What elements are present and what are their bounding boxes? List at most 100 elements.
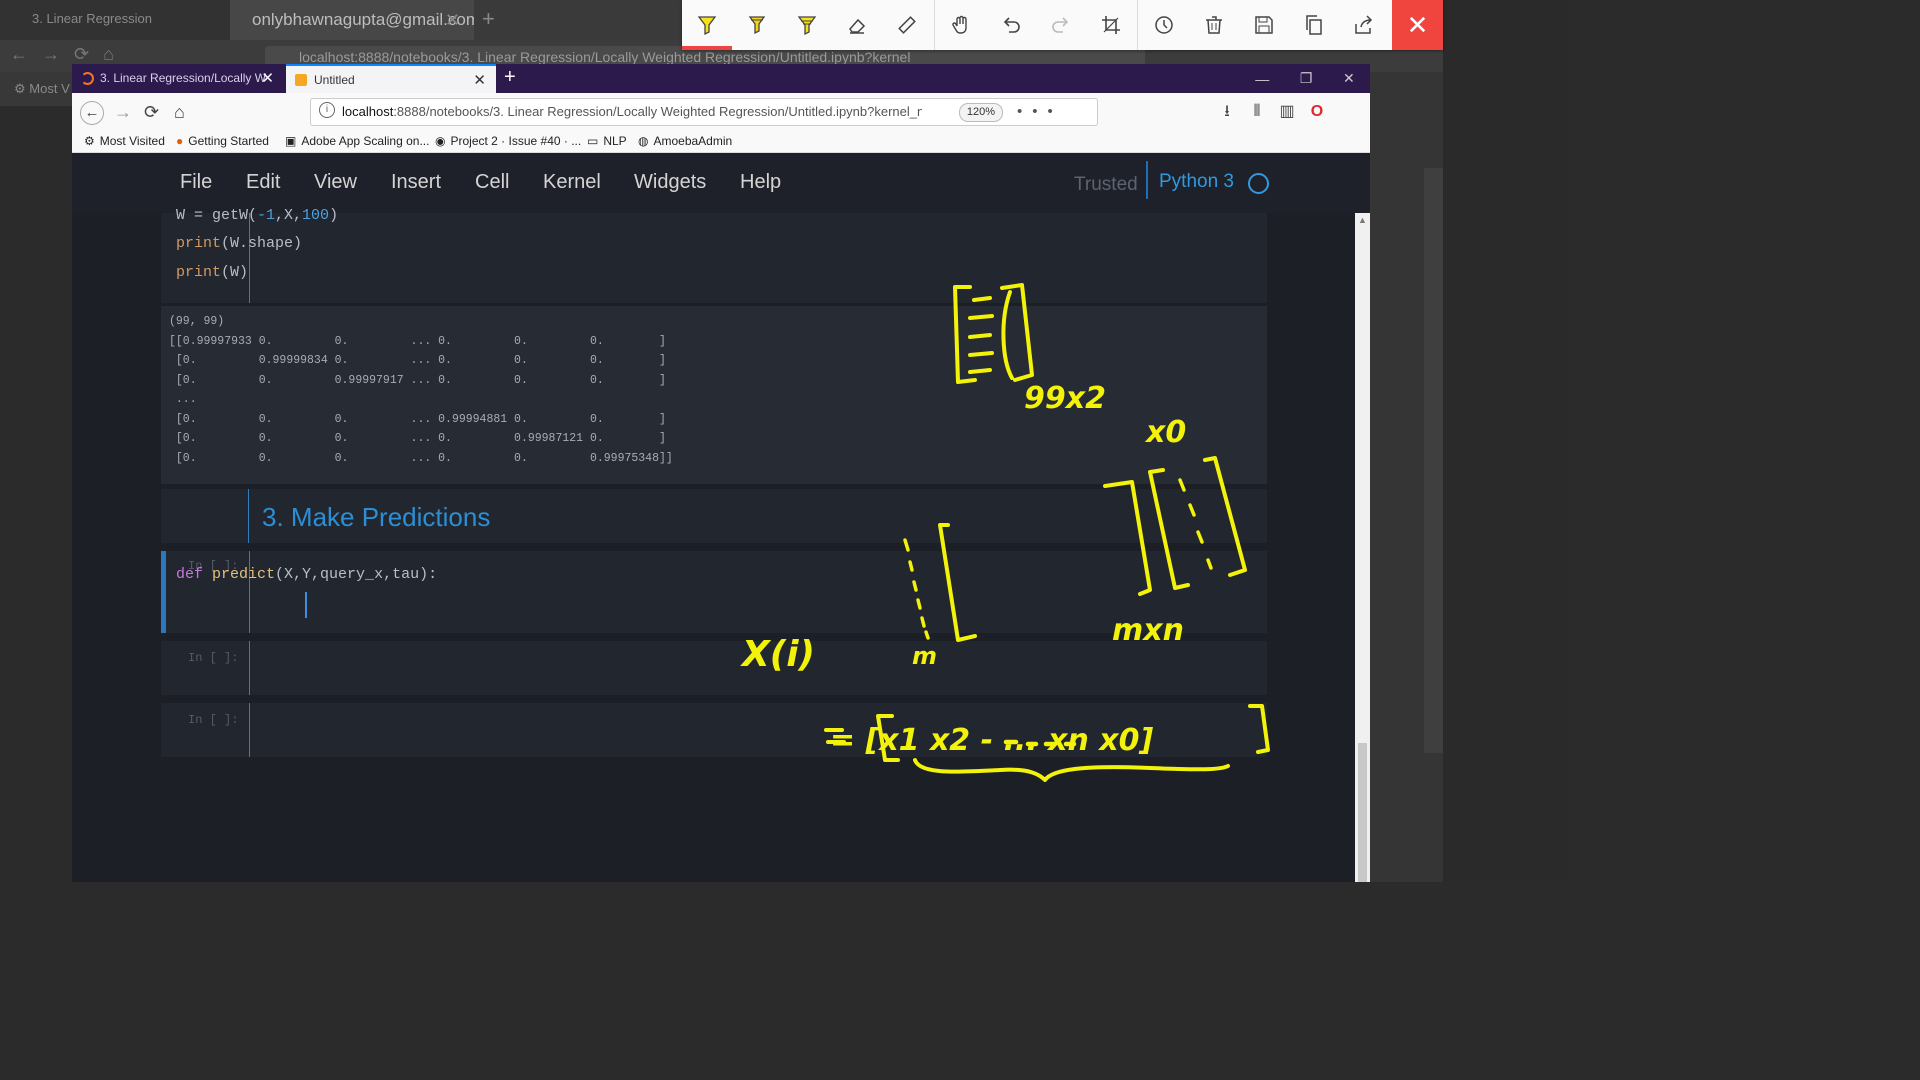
notebook-area: W = getW(-1,X,100) print(W.shape) print(…: [72, 207, 1370, 882]
code-line-print-shape[interactable]: print(W.shape): [176, 230, 302, 259]
bookmarks-bar: ⚙ Most Visited ● Getting Started ▣ Adobe Ap…: [72, 131, 1370, 153]
url-text[interactable]: localhost:8888/notebooks/3. Linear Regre…: [342, 99, 922, 125]
toolbar-right: ⭳⫴▥O≡: [1212, 93, 1370, 158]
scroll-up-icon[interactable]: ▲: [1358, 215, 1367, 225]
bookmark-nlp[interactable]: ▭ NLP: [587, 131, 627, 153]
save-icon[interactable]: [1239, 0, 1289, 50]
yellow-highlighter-icon[interactable]: [682, 0, 732, 50]
background-tab-2[interactable]: onlybhawnagupta@gmail.com ✕: [230, 0, 474, 40]
section-heading: 3. Make Predictions: [262, 502, 491, 532]
zoom-badge[interactable]: 120%: [959, 103, 1003, 122]
trusted-indicator[interactable]: Trusted: [1074, 174, 1138, 196]
menu-insert[interactable]: Insert: [391, 171, 441, 194]
back-icon[interactable]: ←: [80, 101, 104, 125]
gear-icon: ⚙: [84, 134, 95, 148]
menu-view[interactable]: View: [314, 171, 357, 194]
close-icon[interactable]: ✕: [445, 0, 460, 40]
close-icon[interactable]: ✕: [261, 64, 274, 93]
sidebar-icon[interactable]: ▥: [1272, 93, 1302, 131]
opera-icon[interactable]: O: [1302, 93, 1332, 131]
url-actions: ••• ◡ ☆: [1017, 99, 1097, 146]
trash-icon[interactable]: [1189, 0, 1239, 50]
bookmark-label: Project 2 · Issue #40 · ...: [450, 134, 582, 148]
hand-icon[interactable]: [936, 0, 986, 50]
tab-title: 3. Linear Regression/Locally W: [100, 71, 267, 85]
code-line-getw[interactable]: W = getW(-1,X,100): [176, 202, 338, 231]
tab-linear-regression[interactable]: 3. Linear Regression/Locally W ✕: [72, 64, 284, 93]
background-tab-1-title: 3. Linear Regression: [32, 11, 152, 26]
scrollbar-thumb[interactable]: [1358, 743, 1367, 882]
crop-icon[interactable]: [1086, 0, 1136, 50]
eraser-icon[interactable]: [832, 0, 882, 50]
cell-prompt: In [ ]:: [188, 651, 239, 665]
restore-icon[interactable]: ❐: [1300, 70, 1313, 87]
selected-cell-indicator: [161, 551, 166, 633]
undo-icon[interactable]: [986, 0, 1036, 50]
info-icon[interactable]: i: [319, 102, 335, 118]
copy-icon[interactable]: [1289, 0, 1339, 50]
url-host: localhost: [342, 104, 394, 119]
bookmark-project2[interactable]: ◉ Project 2 · Issue #40 · ...: [435, 131, 581, 153]
code-keyword: def: [176, 566, 204, 583]
forward-icon[interactable]: →: [114, 93, 132, 131]
close-button[interactable]: ✕: [1392, 0, 1443, 50]
background-tab-1[interactable]: 3. Linear Regression: [0, 0, 230, 40]
kernel-status-icon: [1248, 173, 1269, 194]
code-line-def-predict[interactable]: def predict(X,Y,query_x,tau):: [176, 561, 437, 590]
cell-gutter: [248, 489, 249, 543]
menu-help[interactable]: Help: [740, 171, 781, 194]
bookmark-amoebaadmin[interactable]: ◍ AmoebaAdmin: [638, 131, 732, 153]
annotation-toolbar: ✕: [682, 0, 1443, 50]
new-tab-button[interactable]: +: [504, 64, 516, 91]
url-bar[interactable]: i localhost:8888/notebooks/3. Linear Reg…: [310, 98, 1098, 146]
code-number: 100: [302, 207, 330, 224]
code-text: (W.shape): [221, 235, 303, 252]
bookmark-label: Most Visited: [99, 134, 165, 148]
new-tab-icon[interactable]: +: [482, 6, 495, 32]
bookmark-adobe[interactable]: ▣ Adobe App Scaling on...: [285, 131, 429, 153]
menu-edit[interactable]: Edit: [246, 171, 280, 194]
menu-kernel[interactable]: Kernel: [543, 171, 601, 194]
menu-cell[interactable]: Cell: [475, 171, 509, 194]
background-scrollbar[interactable]: [1424, 168, 1443, 753]
yellow-pen-icon[interactable]: [732, 0, 782, 50]
code-text: (X,Y,query_x,tau):: [275, 566, 438, 583]
share-icon[interactable]: [1339, 0, 1389, 50]
kernel-name[interactable]: Python 3: [1159, 171, 1234, 193]
close-icon[interactable]: ✕: [473, 66, 486, 93]
code-function-name: predict: [212, 566, 276, 583]
menu-file[interactable]: File: [180, 171, 212, 194]
bookmark-label: AmoebaAdmin: [653, 134, 733, 148]
bookmark-most-visited[interactable]: ⚙ Most Visited: [84, 131, 165, 153]
home-icon[interactable]: ⌂: [174, 93, 185, 131]
minimize-icon[interactable]: —: [1255, 71, 1269, 87]
toolbar-separator: [934, 0, 935, 50]
empty-code-cell[interactable]: In [ ]:: [161, 641, 1267, 695]
bookmark-label: Getting Started: [188, 134, 269, 148]
bookmark-label: Adobe App Scaling on...: [301, 134, 430, 148]
empty-code-cell[interactable]: In [ ]:: [161, 703, 1267, 757]
url-path: :8888/notebooks/3. Linear Regression/Loc…: [393, 104, 922, 119]
download-icon[interactable]: ⭳: [1212, 93, 1242, 131]
tab-untitled[interactable]: Untitled ✕: [286, 64, 496, 93]
page-actions-icon[interactable]: •••: [1017, 103, 1063, 120]
close-window-icon[interactable]: ✕: [1343, 70, 1355, 87]
code-builtin: print: [176, 235, 222, 252]
library-icon[interactable]: ⫴: [1242, 93, 1272, 131]
code-text: (W): [221, 264, 249, 281]
reload-icon[interactable]: ⟳: [144, 93, 159, 131]
code-builtin: print: [176, 264, 222, 281]
ruler-icon[interactable]: [882, 0, 932, 50]
bookmark-label: NLP: [603, 134, 627, 148]
code-text: W = getW(: [176, 207, 258, 224]
menu-widgets[interactable]: Widgets: [634, 171, 706, 194]
background-url-text: localhost:8888/notebooks/3. Linear Regre…: [299, 49, 911, 65]
cell-prompt: In [ ]:: [188, 713, 239, 727]
background-tab-2-title: onlybhawnagupta@gmail.com: [252, 10, 474, 29]
code-line-print-w[interactable]: print(W): [176, 259, 248, 288]
redo-icon[interactable]: [1036, 0, 1086, 50]
yellow-marker-icon[interactable]: [782, 0, 832, 50]
bookmark-getting-started[interactable]: ● Getting Started: [176, 131, 269, 153]
jupyter-notebook-icon: [295, 74, 307, 86]
history-icon[interactable]: [1139, 0, 1189, 50]
